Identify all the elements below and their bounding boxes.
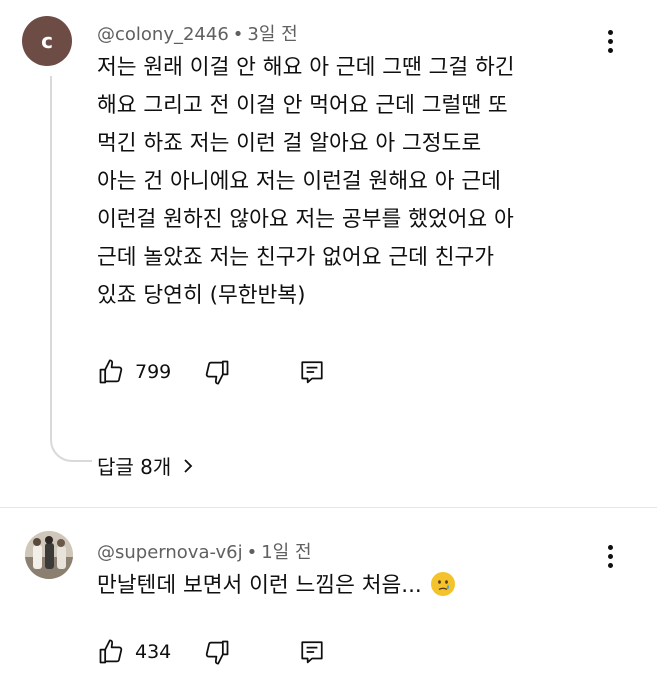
reply-thread-line xyxy=(50,76,92,462)
avatar-supernova[interactable] xyxy=(25,531,73,579)
avatar-colony[interactable]: c xyxy=(22,16,72,66)
like-button[interactable]: 434 xyxy=(97,638,171,666)
comment-author[interactable]: @supernova-v6j xyxy=(97,542,243,563)
like-button[interactable]: 799 xyxy=(97,358,171,386)
comment-line: 저는 원래 이걸 안 해요 아 근데 그땐 그걸 하긴 xyxy=(97,55,515,80)
comment-line: 이런걸 원하진 않아요 저는 공부를 했었어요 아 xyxy=(97,207,514,232)
avatar-image xyxy=(25,531,73,579)
reply-comment-icon[interactable] xyxy=(299,638,325,666)
comment-line: 해요 그리고 전 이걸 안 먹어요 근데 그럴땐 또 xyxy=(97,93,508,118)
comment-actions: 799 xyxy=(97,358,325,386)
comment-time[interactable]: 3일 전 xyxy=(247,24,297,45)
comment-actions: 434 xyxy=(97,638,325,666)
more-vertical-icon[interactable] xyxy=(600,30,620,56)
reply-comment-icon[interactable] xyxy=(299,358,325,386)
comment-line: 만날텐데 보면서 이런 느낌은 처음... xyxy=(97,573,422,598)
thumb-up-icon xyxy=(99,359,123,384)
like-count: 434 xyxy=(135,641,172,663)
replies-label: 답글 8개 xyxy=(97,455,172,479)
comment-line: 있죠 당연히 (무한반복) xyxy=(97,283,306,308)
comment-text: 만날텐데 보면서 이런 느낌은 처음... xyxy=(97,567,455,605)
comment-line: 근데 놀았죠 저는 친구가 없어요 근데 친구가 xyxy=(97,245,495,270)
comment-time[interactable]: 1일 전 xyxy=(261,542,311,563)
crying-face-emoji xyxy=(430,572,455,596)
thumb-down-icon[interactable] xyxy=(203,358,231,386)
comment-meta: @colony_2446 • 3일 전 xyxy=(97,24,298,45)
chevron-right-icon xyxy=(184,458,193,473)
comment-line: 아는 건 아니에요 저는 이런걸 원해요 아 근데 xyxy=(97,169,501,194)
avatar-letter: c xyxy=(41,29,53,53)
thumb-up-icon xyxy=(99,639,123,664)
replies-button[interactable]: 답글 8개 xyxy=(97,451,195,480)
comment-author[interactable]: @colony_2446 xyxy=(97,24,229,45)
more-vertical-icon[interactable] xyxy=(600,545,620,571)
like-count: 799 xyxy=(135,361,172,383)
comment-line: 먹긴 하죠 저는 이런 걸 알아요 아 그정도로 xyxy=(97,131,482,156)
comment-text: 저는 원래 이걸 안 해요 아 근데 그땐 그걸 하긴 해요 그리고 전 이걸 … xyxy=(97,49,515,315)
comment-meta: @supernova-v6j • 1일 전 xyxy=(97,542,312,563)
thumb-down-icon[interactable] xyxy=(203,638,231,666)
divider xyxy=(0,507,657,508)
